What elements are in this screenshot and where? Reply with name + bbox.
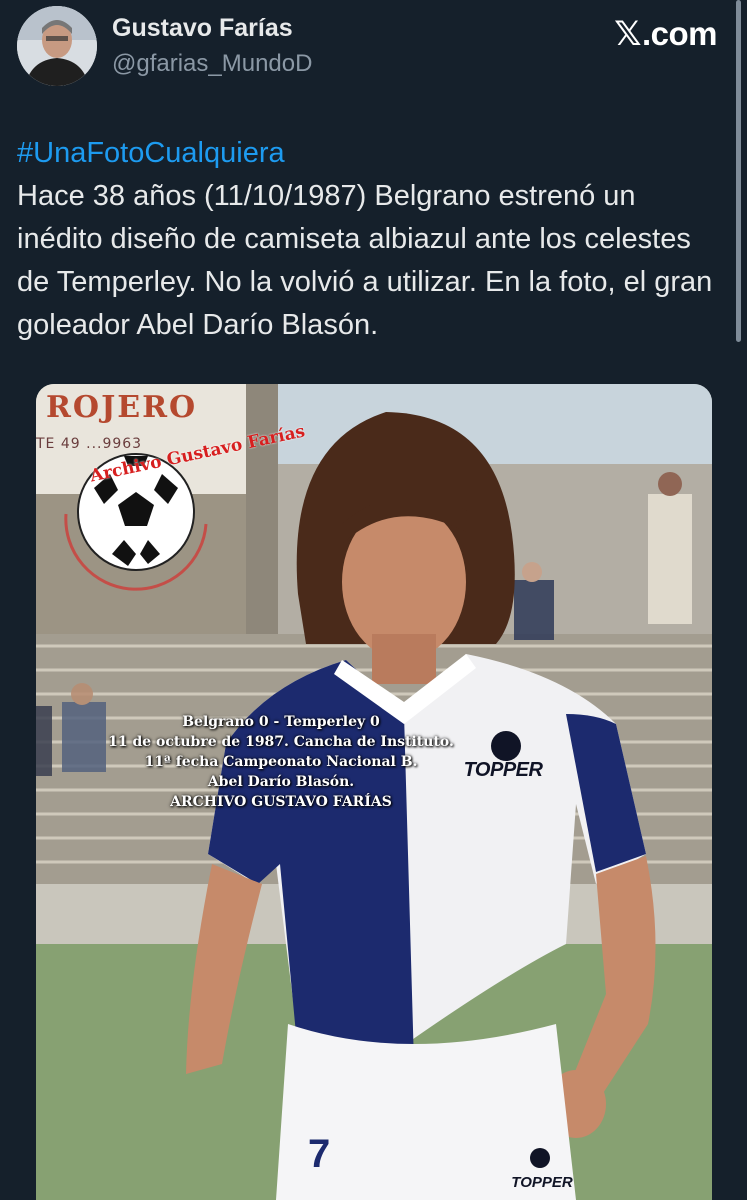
x-brand-logo: 𝕏.com xyxy=(614,14,717,54)
shorts-number: 7 xyxy=(308,1132,331,1176)
brand-domain: .com xyxy=(641,15,718,52)
shirt-sponsor-logo: TOPPER xyxy=(463,759,543,781)
hashtag-link[interactable]: #UnaFotoCualquiera xyxy=(17,132,729,175)
author-avatar[interactable] xyxy=(17,6,97,86)
avatar-photo-icon xyxy=(17,6,97,86)
author-handle[interactable]: @gfarias_MundoD xyxy=(112,50,312,78)
tweet-text: #UnaFotoCualquiera Hace 38 años (11/10/1… xyxy=(17,132,729,347)
x-logo-icon: 𝕏 xyxy=(614,15,641,53)
shorts-sponsor-logo: TOPPER xyxy=(511,1174,573,1191)
caption-line: ARCHIVO GUSTAVO FARÍAS xyxy=(170,794,392,810)
caption-line: Belgrano 0 - Temperley 0 xyxy=(182,714,380,730)
scrollbar[interactable] xyxy=(736,0,741,342)
tweet-body: Hace 38 años (11/10/1987) Belgrano estre… xyxy=(17,180,713,341)
stadium-sign-text: ROJERO xyxy=(46,390,198,425)
caption-line: 11 de octubre de 1987. Cancha de Institu… xyxy=(108,734,454,750)
tweet-header: Gustavo Farías @gfarias_MundoD 𝕏.com xyxy=(0,0,747,100)
tweet-photo[interactable]: ROJERO TE 49 ...9963 Archivo Gustavo Far… xyxy=(36,384,712,1200)
author-name[interactable]: Gustavo Farías xyxy=(112,14,293,43)
stadium-sign-phone: TE 49 ...9963 xyxy=(36,436,143,452)
